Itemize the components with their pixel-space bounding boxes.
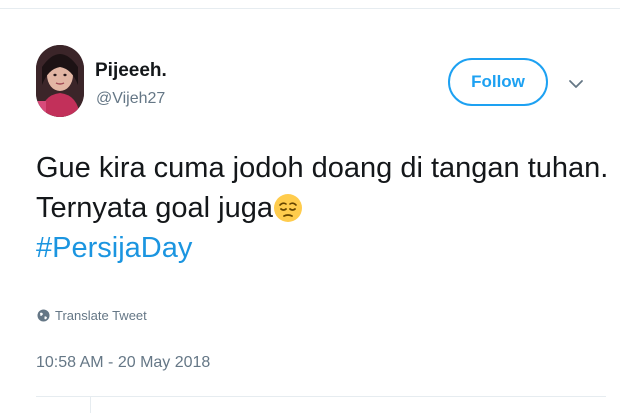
bottom-tick (90, 396, 91, 413)
top-divider (0, 8, 620, 9)
tweet-line-2: Ternyata goal juga (36, 192, 273, 224)
follow-button[interactable]: Follow (448, 58, 548, 106)
timestamp[interactable]: 10:58 AM - 20 May 2018 (36, 354, 210, 372)
translate-label: Translate Tweet (55, 308, 147, 323)
chevron-down-icon[interactable] (568, 78, 584, 90)
avatar[interactable] (36, 45, 84, 117)
globe-icon (37, 309, 50, 322)
tweet-text: Gue kira cuma jodoh doang di tangan tuha… (36, 148, 609, 268)
display-name[interactable]: Pijeeeh. (95, 60, 167, 82)
user-handle[interactable]: @Vijeh27 (96, 90, 165, 108)
pensive-face-icon (274, 194, 302, 222)
tweet-card: Pijeeeh. @Vijeh27 Follow Gue kira cuma j… (0, 0, 620, 413)
hashtag-link[interactable]: #PersijaDay (36, 228, 606, 268)
tweet-line-2-wrap: Ternyata goal juga (36, 188, 606, 228)
tweet-line-1: Gue kira cuma jodoh doang di tangan tuha… (36, 152, 609, 184)
bottom-divider (36, 396, 606, 397)
translate-tweet-button[interactable]: Translate Tweet (37, 308, 147, 323)
